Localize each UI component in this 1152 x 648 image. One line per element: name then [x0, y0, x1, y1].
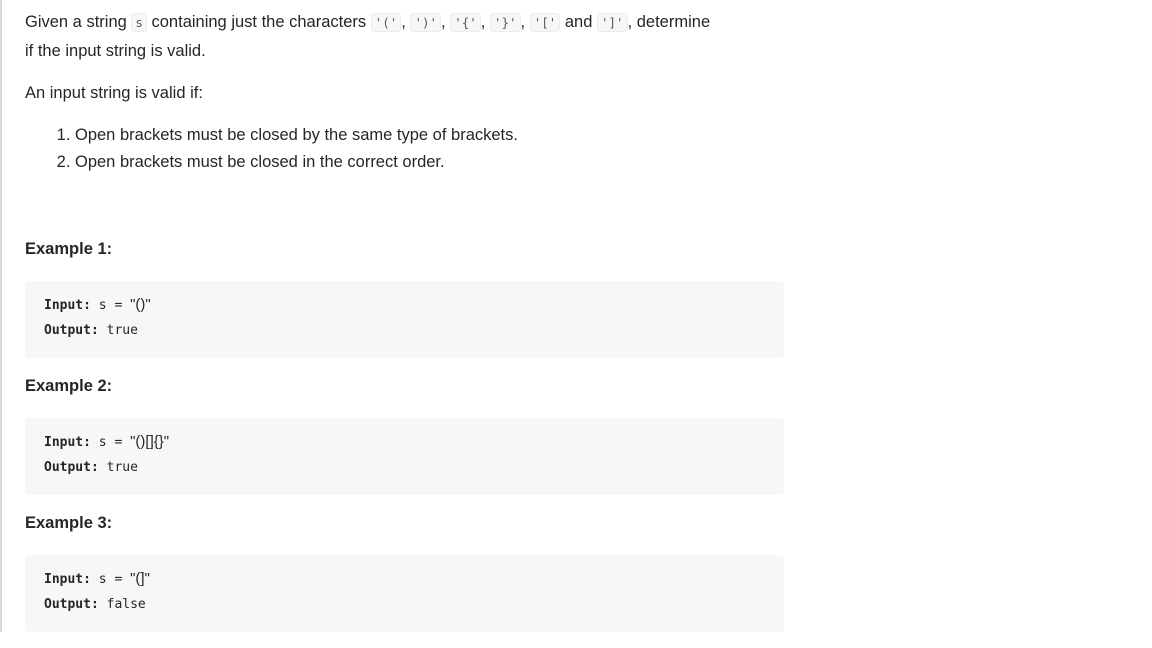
intro-text-3: , determine — [627, 13, 711, 31]
left-border-divider — [0, 0, 2, 632]
output-value: true — [106, 460, 138, 475]
example-3-title: Example 3: — [25, 514, 113, 532]
intro-text-1: Given a string — [25, 13, 132, 31]
char-code-5: '[' — [529, 13, 561, 32]
input-var: s = — [98, 572, 123, 587]
input-value: "()" — [130, 296, 151, 313]
char-code-6: ']' — [597, 13, 628, 32]
example-1-input: Input: s = "()" — [44, 296, 151, 313]
input-var: s = — [98, 435, 123, 450]
char-code-4: '}' — [489, 13, 521, 32]
output-label: Output: — [44, 597, 99, 612]
example-3-output: Output: false — [44, 597, 146, 612]
char-code-3: '{' — [450, 13, 481, 32]
output-label: Output: — [44, 460, 99, 475]
intro-text-2: containing just the characters — [146, 13, 371, 31]
example-2-output: Output: true — [44, 460, 138, 475]
input-var: s = — [98, 298, 123, 313]
output-value: false — [106, 597, 146, 612]
example-1-output: Output: true — [44, 323, 138, 338]
example-2-input: Input: s = "()[]{}" — [44, 433, 169, 450]
example-1-title: Example 1: — [25, 240, 113, 258]
output-label: Output: — [44, 323, 99, 338]
rule-item: Open brackets must be closed by the same… — [75, 122, 518, 149]
example-2-box: Input: s = "()[]{}" Output: true — [25, 418, 784, 495]
input-label: Input: — [44, 298, 91, 313]
input-label: Input: — [44, 435, 91, 450]
output-value: true — [106, 323, 138, 338]
input-label: Input: — [44, 572, 91, 587]
var-s-code: s — [131, 13, 147, 32]
input-value: "()[]{}" — [130, 433, 170, 450]
input-value: "(]" — [130, 570, 150, 587]
rules-list: Open brackets must be closed by the same… — [25, 122, 518, 176]
rule-item: Open brackets must be closed in the corr… — [75, 149, 518, 176]
comma-separator: , — [480, 13, 490, 31]
comma-separator: , — [520, 13, 530, 31]
example-3-box: Input: s = "(]" Output: false — [25, 555, 784, 632]
valid-if-text: An input string is valid if: — [25, 84, 203, 102]
and-separator: and — [560, 13, 597, 31]
char-code-1: '(' — [370, 13, 402, 32]
example-3-input: Input: s = "(]" — [44, 570, 150, 587]
comma-separator: , — [441, 13, 451, 31]
example-1-box: Input: s = "()" Output: true — [25, 281, 784, 358]
intro-text-line2: if the input string is valid. — [25, 42, 206, 60]
char-code-2: ')' — [410, 13, 442, 32]
intro-paragraph: Given a string s containing just the cha… — [25, 8, 795, 65]
example-2-title: Example 2: — [25, 377, 113, 395]
